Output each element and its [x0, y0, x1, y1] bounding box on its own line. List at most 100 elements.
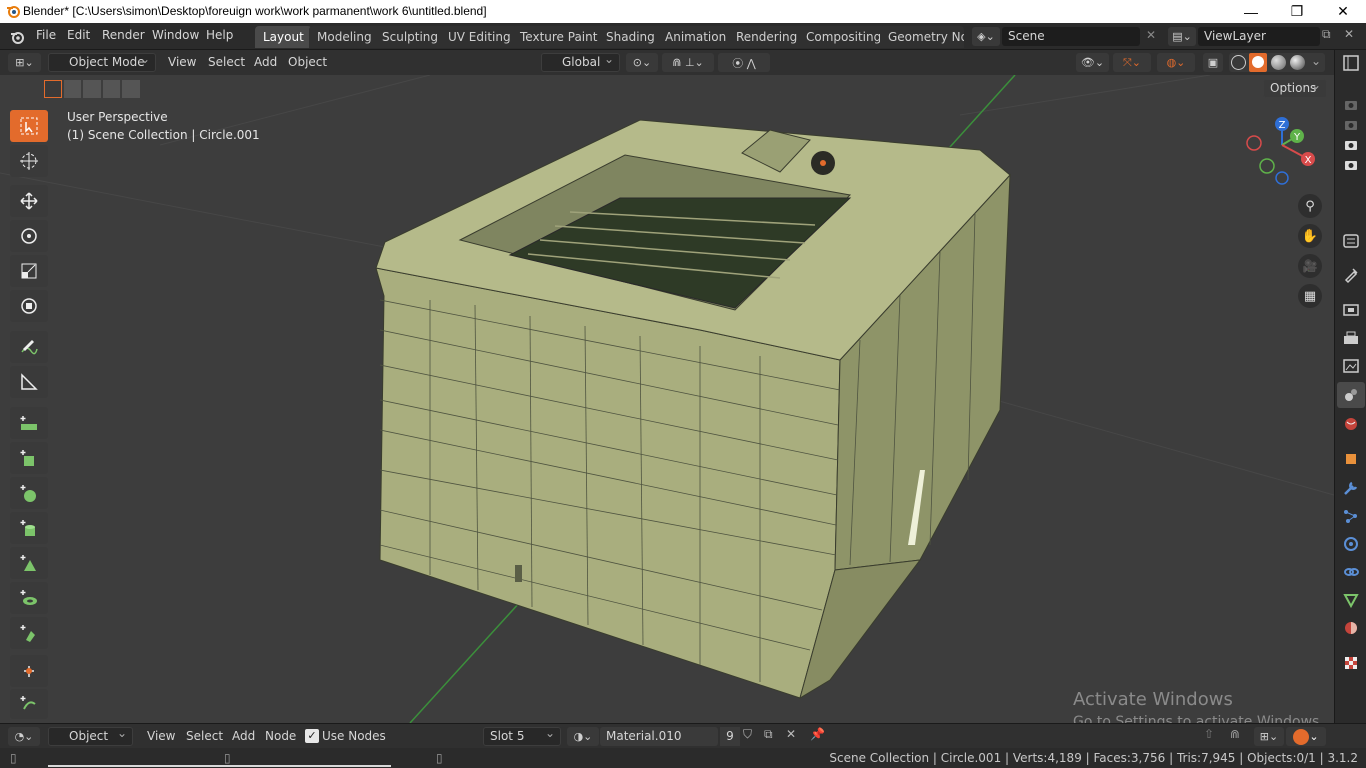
- menu-render[interactable]: Render: [102, 28, 145, 42]
- extra-tool2-icon[interactable]: [10, 689, 48, 719]
- viewlayer-browse-icon[interactable]: ▤⌄: [1168, 27, 1196, 46]
- xray-toggle-icon[interactable]: ▣: [1203, 53, 1223, 72]
- tab-geometry-nodes[interactable]: Geometry Nod: [880, 26, 964, 48]
- scene-name-field[interactable]: Scene: [1002, 27, 1140, 46]
- constraints-tab-icon[interactable]: [1341, 562, 1361, 582]
- printer-model[interactable]: [375, 119, 1011, 700]
- move-icon[interactable]: [10, 185, 48, 217]
- extra-tool-icon[interactable]: [10, 655, 48, 687]
- tab-animation[interactable]: Animation: [657, 26, 735, 48]
- viewport-menu-view[interactable]: View: [168, 55, 196, 69]
- 3d-viewport[interactable]: User Perspective (1) Scene Collection | …: [0, 75, 1334, 723]
- unlink-material-icon[interactable]: ✕: [786, 727, 796, 741]
- add-cylinder-icon[interactable]: [10, 512, 48, 544]
- pan-hand-icon[interactable]: ✋: [1298, 224, 1322, 248]
- add-torus-icon[interactable]: [10, 582, 48, 614]
- render-tab-icon[interactable]: [1341, 300, 1361, 320]
- overlay-toggle-icon[interactable]: ◍⌄: [1157, 53, 1195, 72]
- select-box-invert-icon[interactable]: [102, 80, 121, 98]
- viewlayer-name-field[interactable]: ViewLayer: [1198, 27, 1320, 46]
- parent-node-icon[interactable]: ⇧: [1204, 727, 1214, 741]
- node-menu-add[interactable]: Add: [232, 729, 255, 743]
- physics-tab-icon[interactable]: [1341, 534, 1361, 554]
- fake-user-icon[interactable]: ⛉: [743, 727, 752, 742]
- close-button[interactable]: ✕: [1320, 0, 1366, 23]
- scene-tab-icon[interactable]: [1341, 385, 1361, 405]
- object-tab-icon[interactable]: [1341, 449, 1361, 469]
- blender-menu-icon[interactable]: [9, 29, 25, 45]
- add-plane-icon[interactable]: [10, 407, 48, 439]
- annotate-icon[interactable]: [10, 331, 48, 363]
- data-tab-icon[interactable]: [1341, 590, 1361, 610]
- scene-remove-icon[interactable]: ✕: [1146, 28, 1156, 42]
- viewport-menu-select[interactable]: Select: [208, 55, 245, 69]
- measure-icon[interactable]: [10, 366, 48, 398]
- outliner-filter-camera2-icon[interactable]: [1341, 115, 1361, 135]
- tab-rendering[interactable]: Rendering: [728, 26, 806, 48]
- add-cube-icon[interactable]: [10, 442, 48, 474]
- rotate-icon[interactable]: [10, 220, 48, 252]
- menu-window[interactable]: Window: [152, 28, 199, 42]
- outliner-filter-camera-icon[interactable]: [1341, 95, 1361, 115]
- mode-dropdown[interactable]: Object Mode: [48, 51, 156, 72]
- scene-browse-icon[interactable]: ◈⌄: [972, 27, 1000, 46]
- cursor-select-icon[interactable]: [10, 110, 48, 142]
- node-menu-view[interactable]: View: [147, 729, 175, 743]
- texture-tab-icon[interactable]: [1341, 653, 1361, 673]
- viewport-menu-add[interactable]: Add: [254, 55, 277, 69]
- tool-settings-icon[interactable]: [1341, 265, 1361, 285]
- scale-icon[interactable]: [10, 255, 48, 287]
- proportional-edit-icon[interactable]: ⦿ ⋀: [718, 53, 770, 72]
- particles-tab-icon[interactable]: [1341, 506, 1361, 526]
- modifier-tab-icon[interactable]: [1341, 478, 1361, 498]
- tab-layout[interactable]: Layout: [255, 26, 312, 48]
- rendered-shading-icon[interactable]: [1290, 55, 1305, 70]
- new-material-icon[interactable]: ⧉: [764, 727, 773, 742]
- snap-node-icon[interactable]: ⋒: [1230, 727, 1240, 741]
- tab-texture-paint[interactable]: Texture Paint: [512, 26, 606, 48]
- menu-edit[interactable]: Edit: [67, 28, 90, 42]
- material-users-count[interactable]: 9: [720, 727, 740, 746]
- add-object-icon[interactable]: [10, 617, 48, 649]
- material-browse-icon[interactable]: ◑⌄: [567, 727, 599, 746]
- zoom-icon[interactable]: ⚲: [1298, 194, 1322, 218]
- select-box-subtract-icon[interactable]: [83, 80, 101, 98]
- snap-icon[interactable]: ⋒ ⊥⌄: [662, 53, 714, 72]
- menu-help[interactable]: Help: [206, 28, 233, 42]
- tool-tab-icon[interactable]: [1341, 231, 1361, 251]
- camera-view-icon[interactable]: 🎥: [1298, 254, 1322, 278]
- material-tab-icon[interactable]: [1341, 618, 1361, 638]
- node-menu-select[interactable]: Select: [186, 729, 223, 743]
- pivot-point-icon[interactable]: ⊙⌄: [626, 53, 658, 72]
- navigation-gizmo[interactable]: Z Y X: [1245, 115, 1325, 185]
- grid-ortho-icon[interactable]: ▦: [1298, 284, 1322, 308]
- transform-icon[interactable]: [10, 290, 48, 322]
- shader-object-dropdown[interactable]: Object: [48, 725, 133, 746]
- view-layer-tab-icon[interactable]: [1341, 356, 1361, 376]
- editor-type-icon[interactable]: ⊞⌄: [8, 53, 41, 72]
- menu-file[interactable]: File: [36, 28, 56, 42]
- add-cone-icon[interactable]: [10, 547, 48, 579]
- output-tab-icon[interactable]: [1341, 328, 1361, 348]
- world-tab-icon[interactable]: [1341, 414, 1361, 434]
- scene-canvas[interactable]: [0, 75, 1334, 723]
- tab-uv-editing[interactable]: UV Editing: [440, 26, 519, 48]
- shader-editor-type-icon[interactable]: ◔⌄: [8, 727, 40, 746]
- node-snap-mode-icon[interactable]: ⊞⌄: [1254, 727, 1284, 746]
- tab-modeling[interactable]: Modeling: [309, 26, 380, 48]
- minimize-button[interactable]: —: [1228, 0, 1274, 23]
- material-shading-icon[interactable]: [1271, 55, 1286, 70]
- viewport-menu-object[interactable]: Object: [288, 55, 327, 69]
- slot-dropdown[interactable]: Slot 5: [483, 725, 561, 746]
- tab-compositing[interactable]: Compositing: [798, 26, 890, 48]
- wireframe-shading-icon[interactable]: [1231, 55, 1246, 70]
- viewlayer-remove-icon[interactable]: ✕: [1344, 27, 1354, 41]
- viewlayer-copy-icon[interactable]: ⧉: [1322, 27, 1331, 42]
- node-menu-node[interactable]: Node: [265, 729, 296, 743]
- tab-shading[interactable]: Shading: [598, 26, 663, 48]
- maximize-button[interactable]: ❐: [1274, 0, 1320, 23]
- add-sphere-icon[interactable]: [10, 477, 48, 509]
- orientation-dropdown[interactable]: Global: [541, 51, 620, 72]
- node-overlay-icon[interactable]: ⌄: [1286, 727, 1326, 746]
- visibility-icon[interactable]: 👁⌄: [1076, 53, 1109, 72]
